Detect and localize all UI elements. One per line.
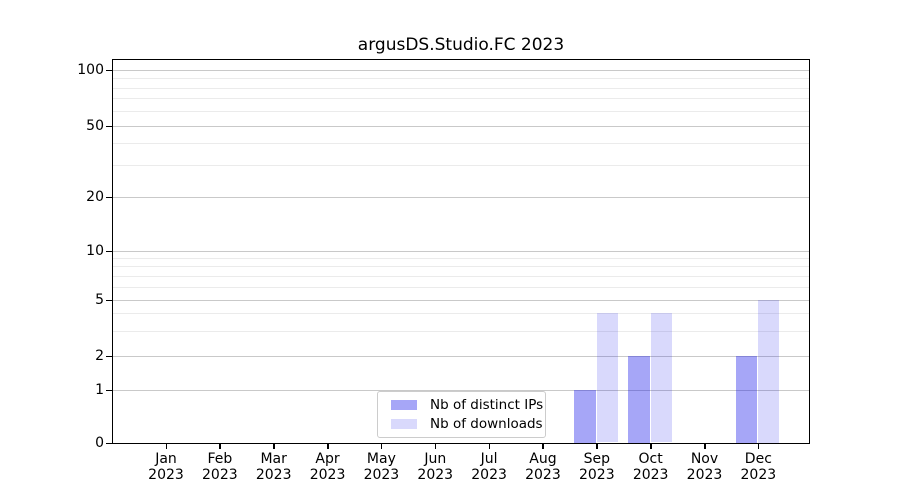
x-tick-label-aug: Aug2023 [515, 452, 571, 483]
y-tick-label-2: 2 [50, 347, 104, 365]
bar-nb-of-downloads-oct [651, 313, 672, 442]
y-tick-mark-50 [106, 126, 112, 128]
x-tick-label-sep: Sep2023 [569, 452, 625, 483]
x-tick-mark-jun [435, 444, 437, 449]
bar-nb-of-downloads-dec [758, 300, 779, 443]
y-tick-label-0: 0 [50, 434, 104, 452]
legend-swatch-downloads [391, 419, 417, 429]
x-tick-mark-dec [758, 444, 760, 449]
x-tick-mark-jul [489, 444, 491, 449]
legend-row-downloads: Nb of downloads [386, 416, 537, 432]
bar-nb-of-distinct-ips-dec [736, 356, 758, 443]
x-tick-mark-nov [704, 444, 706, 449]
x-tick-mark-mar [273, 444, 275, 449]
minor-gridline-60 [113, 111, 809, 112]
major-gridline-100 [113, 70, 809, 71]
legend-label-downloads: Nb of downloads [430, 416, 543, 432]
x-tick-label-mar: Mar2023 [246, 452, 302, 483]
y-tick-mark-20 [106, 197, 112, 199]
minor-gridline-90 [113, 78, 809, 79]
x-tick-mark-oct [650, 444, 652, 449]
x-tick-label-may: May2023 [353, 452, 409, 483]
x-tick-label-apr: Apr2023 [300, 452, 356, 483]
minor-gridline-8 [113, 266, 809, 267]
y-tick-mark-10 [106, 251, 112, 253]
minor-gridline-6 [113, 287, 809, 288]
x-tick-mark-sep [596, 444, 598, 449]
x-tick-mark-may [381, 444, 383, 449]
y-tick-mark-1 [106, 390, 112, 392]
major-gridline-5 [113, 300, 809, 301]
minor-gridline-30 [113, 165, 809, 166]
x-tick-label-jun: Jun2023 [407, 452, 463, 483]
major-gridline-20 [113, 197, 809, 198]
major-gridline-2 [113, 356, 809, 357]
y-tick-mark-5 [106, 300, 112, 302]
x-tick-mark-apr [327, 444, 329, 449]
y-tick-mark-100 [106, 70, 112, 72]
minor-gridline-70 [113, 98, 809, 99]
y-tick-mark-2 [106, 356, 112, 358]
figure-canvas: argusDS.Studio.FC 2023 0 1 2 5 10 20 50 100 Jan2… [0, 0, 900, 500]
minor-gridline-3 [113, 331, 809, 332]
y-tick-mark-0 [106, 443, 112, 445]
major-gridline-50 [113, 126, 809, 127]
y-tick-label-100: 100 [50, 61, 104, 79]
x-tick-label-dec: Dec2023 [730, 452, 786, 483]
chart-title: argusDS.Studio.FC 2023 [113, 35, 809, 55]
x-tick-mark-feb [219, 444, 221, 449]
legend-swatch-distinct-ips [391, 400, 417, 410]
major-gridline-10 [113, 251, 809, 252]
legend-row-distinct-ips: Nb of distinct IPs [386, 397, 537, 413]
y-tick-label-5: 5 [50, 291, 104, 309]
bar-nb-of-distinct-ips-oct [628, 356, 650, 443]
x-tick-label-jan: Jan2023 [138, 452, 194, 483]
y-tick-label-50: 50 [50, 117, 104, 135]
minor-gridline-4 [113, 313, 809, 314]
minor-gridline-7 [113, 276, 809, 277]
y-tick-label-1: 1 [50, 381, 104, 399]
x-tick-label-jul: Jul2023 [461, 452, 517, 483]
legend-label-distinct-ips: Nb of distinct IPs [430, 397, 543, 413]
legend: Nb of distinct IPs Nb of downloads [377, 391, 546, 438]
plot-area [112, 59, 810, 444]
y-tick-label-20: 20 [50, 188, 104, 206]
minor-gridline-9 [113, 258, 809, 259]
minor-gridline-40 [113, 143, 809, 144]
y-tick-label-10: 10 [50, 242, 104, 260]
x-tick-mark-aug [542, 444, 544, 449]
bar-nb-of-distinct-ips-sep [574, 390, 596, 443]
x-tick-label-oct: Oct2023 [623, 452, 679, 483]
x-tick-mark-jan [166, 444, 168, 449]
bar-nb-of-downloads-sep [597, 313, 618, 442]
minor-gridline-80 [113, 88, 809, 89]
x-tick-label-nov: Nov2023 [677, 452, 733, 483]
x-tick-label-feb: Feb2023 [192, 452, 248, 483]
